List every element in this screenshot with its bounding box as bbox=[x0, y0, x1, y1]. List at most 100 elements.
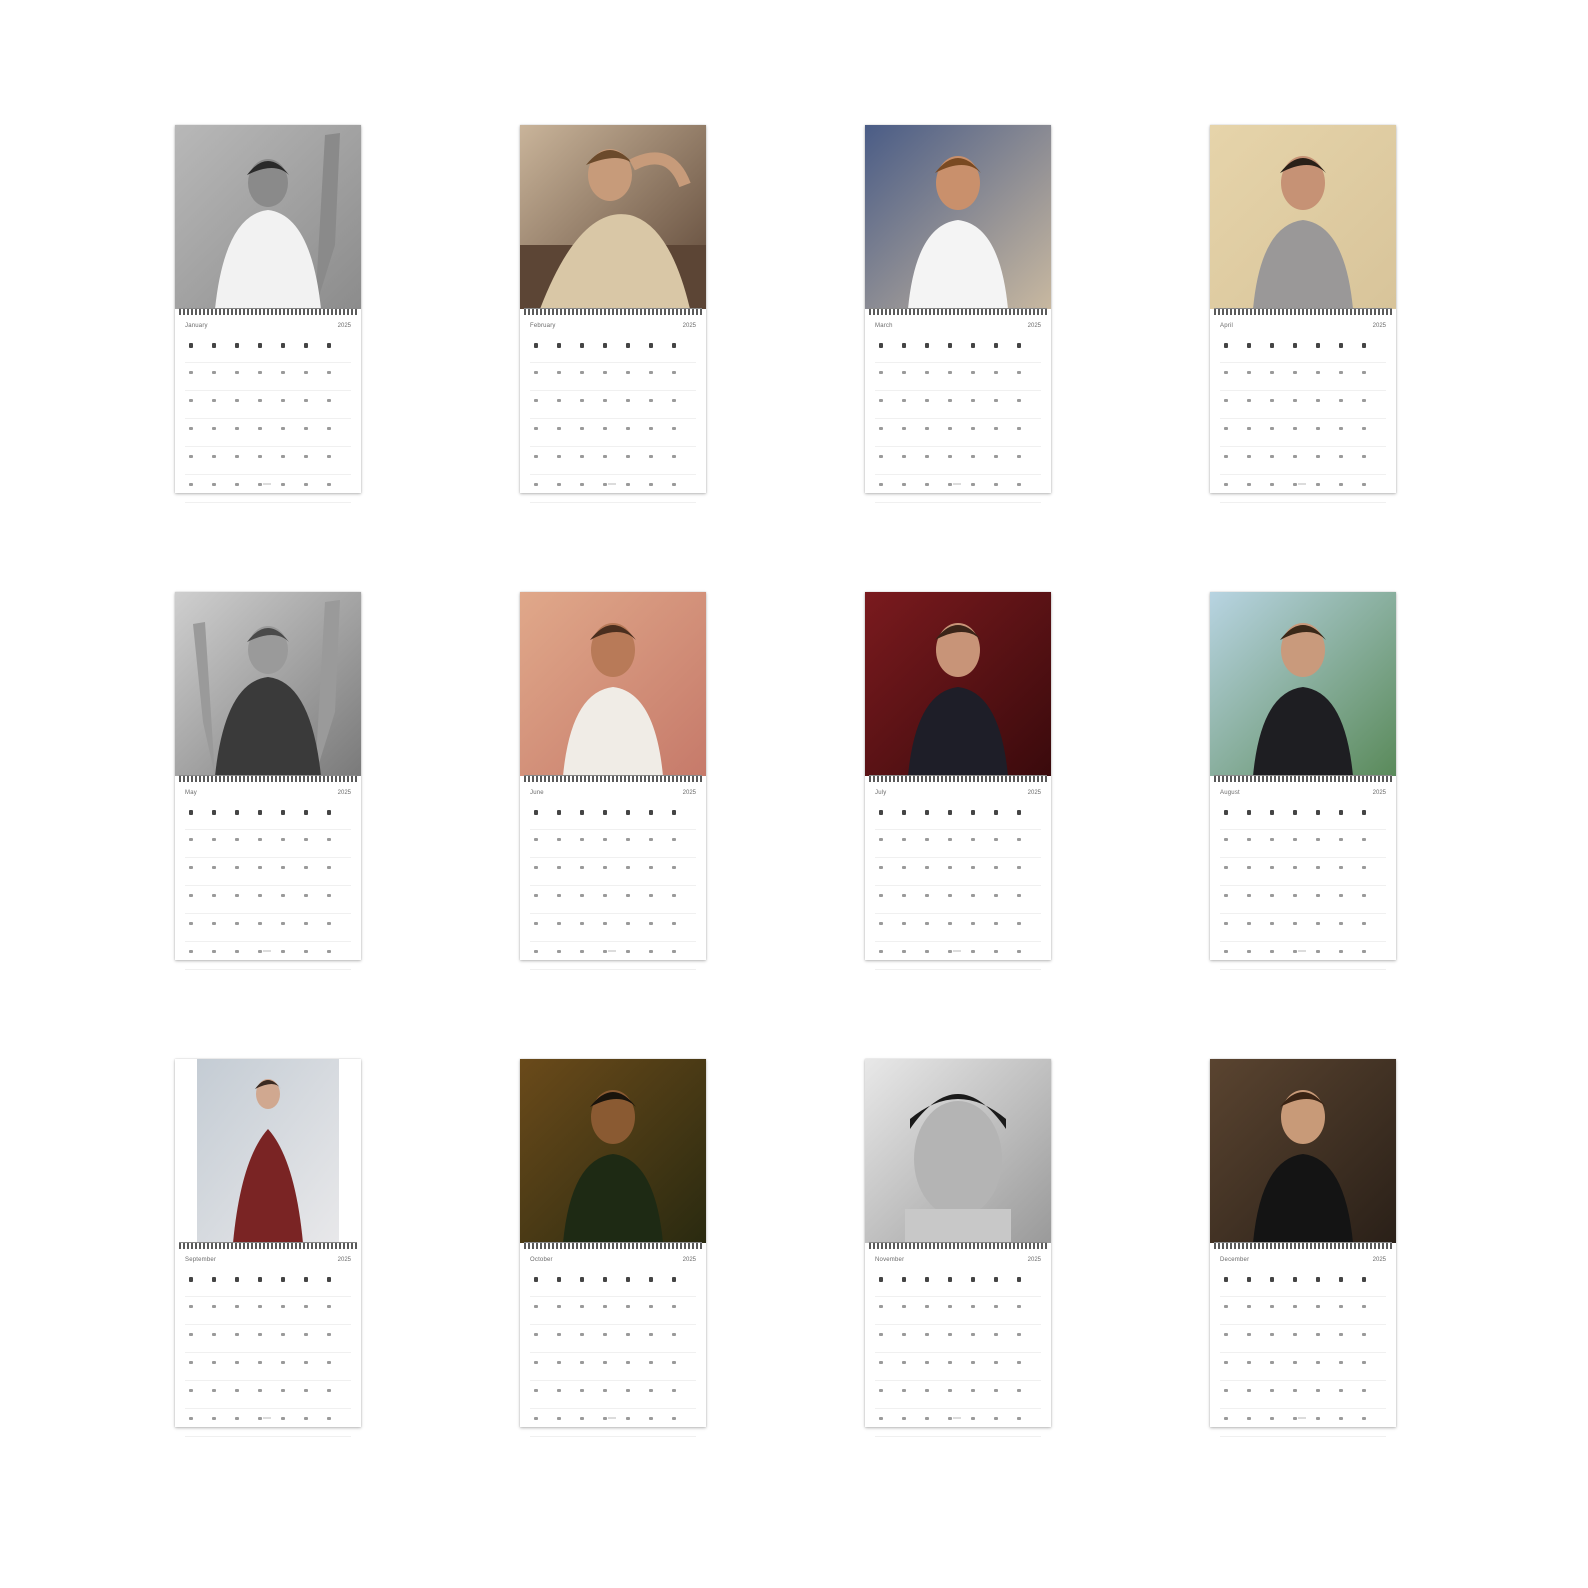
calendar-page-october[interactable]: October 2025 bbox=[520, 1059, 706, 1437]
day-number bbox=[994, 371, 998, 374]
day-number bbox=[649, 427, 653, 430]
year-label: 2025 bbox=[337, 323, 351, 329]
weekday-header bbox=[1339, 810, 1343, 815]
day-number bbox=[1017, 950, 1021, 953]
day-number bbox=[1224, 1389, 1228, 1392]
day-number bbox=[534, 838, 538, 841]
day-number bbox=[534, 483, 538, 486]
week-row bbox=[530, 1353, 696, 1381]
day-number bbox=[925, 866, 929, 869]
weekday-header bbox=[212, 1277, 216, 1282]
day-number bbox=[672, 399, 676, 402]
day-number bbox=[1362, 1417, 1366, 1420]
day-number bbox=[649, 950, 653, 953]
day-number bbox=[327, 455, 331, 458]
day-number bbox=[994, 1417, 998, 1420]
day-number bbox=[1247, 866, 1251, 869]
week-row bbox=[1220, 1297, 1386, 1325]
calendar-page-may[interactable]: May 2025 bbox=[175, 592, 361, 970]
day-number bbox=[971, 483, 975, 486]
day-number bbox=[235, 922, 239, 925]
day-number bbox=[557, 1361, 561, 1364]
week-row bbox=[185, 335, 351, 363]
weekday-header bbox=[1339, 343, 1343, 348]
week-row bbox=[530, 475, 696, 503]
week-row bbox=[1220, 942, 1386, 970]
calendar-page-december[interactable]: December 2025 bbox=[1210, 1059, 1396, 1437]
day-number bbox=[1247, 1333, 1251, 1336]
calendar-page-august[interactable]: August 2025 bbox=[1210, 592, 1396, 970]
calendar-page-february[interactable]: February 2025 bbox=[520, 125, 706, 503]
day-number bbox=[1293, 922, 1297, 925]
day-number bbox=[1017, 427, 1021, 430]
week-row bbox=[530, 1325, 696, 1353]
week-row bbox=[875, 1381, 1041, 1409]
day-number bbox=[603, 399, 607, 402]
week-row bbox=[875, 363, 1041, 391]
day-number bbox=[603, 371, 607, 374]
week-row bbox=[1220, 858, 1386, 886]
week-row bbox=[530, 419, 696, 447]
week-row bbox=[875, 1269, 1041, 1297]
day-number bbox=[258, 1417, 262, 1420]
day-number bbox=[327, 483, 331, 486]
day-number bbox=[1316, 894, 1320, 897]
day-cells bbox=[185, 335, 351, 503]
day-number bbox=[212, 1417, 216, 1420]
day-number bbox=[626, 427, 630, 430]
day-number bbox=[925, 922, 929, 925]
day-number bbox=[580, 399, 584, 402]
day-number bbox=[212, 399, 216, 402]
day-number bbox=[1247, 950, 1251, 953]
day-number bbox=[994, 427, 998, 430]
day-number bbox=[1339, 950, 1343, 953]
week-row bbox=[1220, 1325, 1386, 1353]
day-number bbox=[235, 950, 239, 953]
calendar-page-march[interactable]: March 2025 bbox=[865, 125, 1051, 503]
day-number bbox=[1316, 950, 1320, 953]
day-number bbox=[557, 838, 561, 841]
weekday-header bbox=[1362, 343, 1366, 348]
day-number bbox=[212, 866, 216, 869]
calendar-page-april[interactable]: April 2025 bbox=[1210, 125, 1396, 503]
calendar-page-january[interactable]: January 2025 bbox=[175, 125, 361, 503]
day-number bbox=[1339, 1361, 1343, 1364]
day-number bbox=[948, 1361, 952, 1364]
weekday-header bbox=[1316, 343, 1320, 348]
day-number bbox=[948, 866, 952, 869]
day-number bbox=[925, 838, 929, 841]
week-row bbox=[530, 914, 696, 942]
day-number bbox=[649, 1417, 653, 1420]
weekday-header bbox=[235, 343, 239, 348]
week-row bbox=[875, 1297, 1041, 1325]
day-number bbox=[557, 427, 561, 430]
day-number bbox=[649, 1389, 653, 1392]
calendar-page-july[interactable]: July 2025 bbox=[865, 592, 1051, 970]
day-number bbox=[1224, 371, 1228, 374]
calendar-page-september[interactable]: September 2025 bbox=[175, 1059, 361, 1437]
day-number bbox=[879, 922, 883, 925]
day-number bbox=[1339, 483, 1343, 486]
spiral-binding bbox=[1214, 308, 1392, 315]
week-row bbox=[185, 1409, 351, 1437]
day-number bbox=[1224, 950, 1228, 953]
day-number bbox=[580, 1305, 584, 1308]
day-number bbox=[557, 1305, 561, 1308]
year-label: 2025 bbox=[1027, 1257, 1041, 1263]
calendar-page-november[interactable]: November 2025 bbox=[865, 1059, 1051, 1437]
week-row bbox=[530, 1269, 696, 1297]
day-number bbox=[557, 483, 561, 486]
day-number bbox=[971, 1389, 975, 1392]
day-number bbox=[1270, 1417, 1274, 1420]
week-row bbox=[1220, 914, 1386, 942]
day-cells bbox=[1220, 335, 1386, 503]
day-number bbox=[1270, 1305, 1274, 1308]
calendar-page-june[interactable]: June 2025 bbox=[520, 592, 706, 970]
day-number bbox=[672, 894, 676, 897]
month-name: December bbox=[1220, 1257, 1250, 1263]
week-row bbox=[530, 391, 696, 419]
day-number bbox=[1247, 1361, 1251, 1364]
day-number bbox=[902, 1361, 906, 1364]
day-number bbox=[971, 950, 975, 953]
day-number bbox=[258, 1333, 262, 1336]
